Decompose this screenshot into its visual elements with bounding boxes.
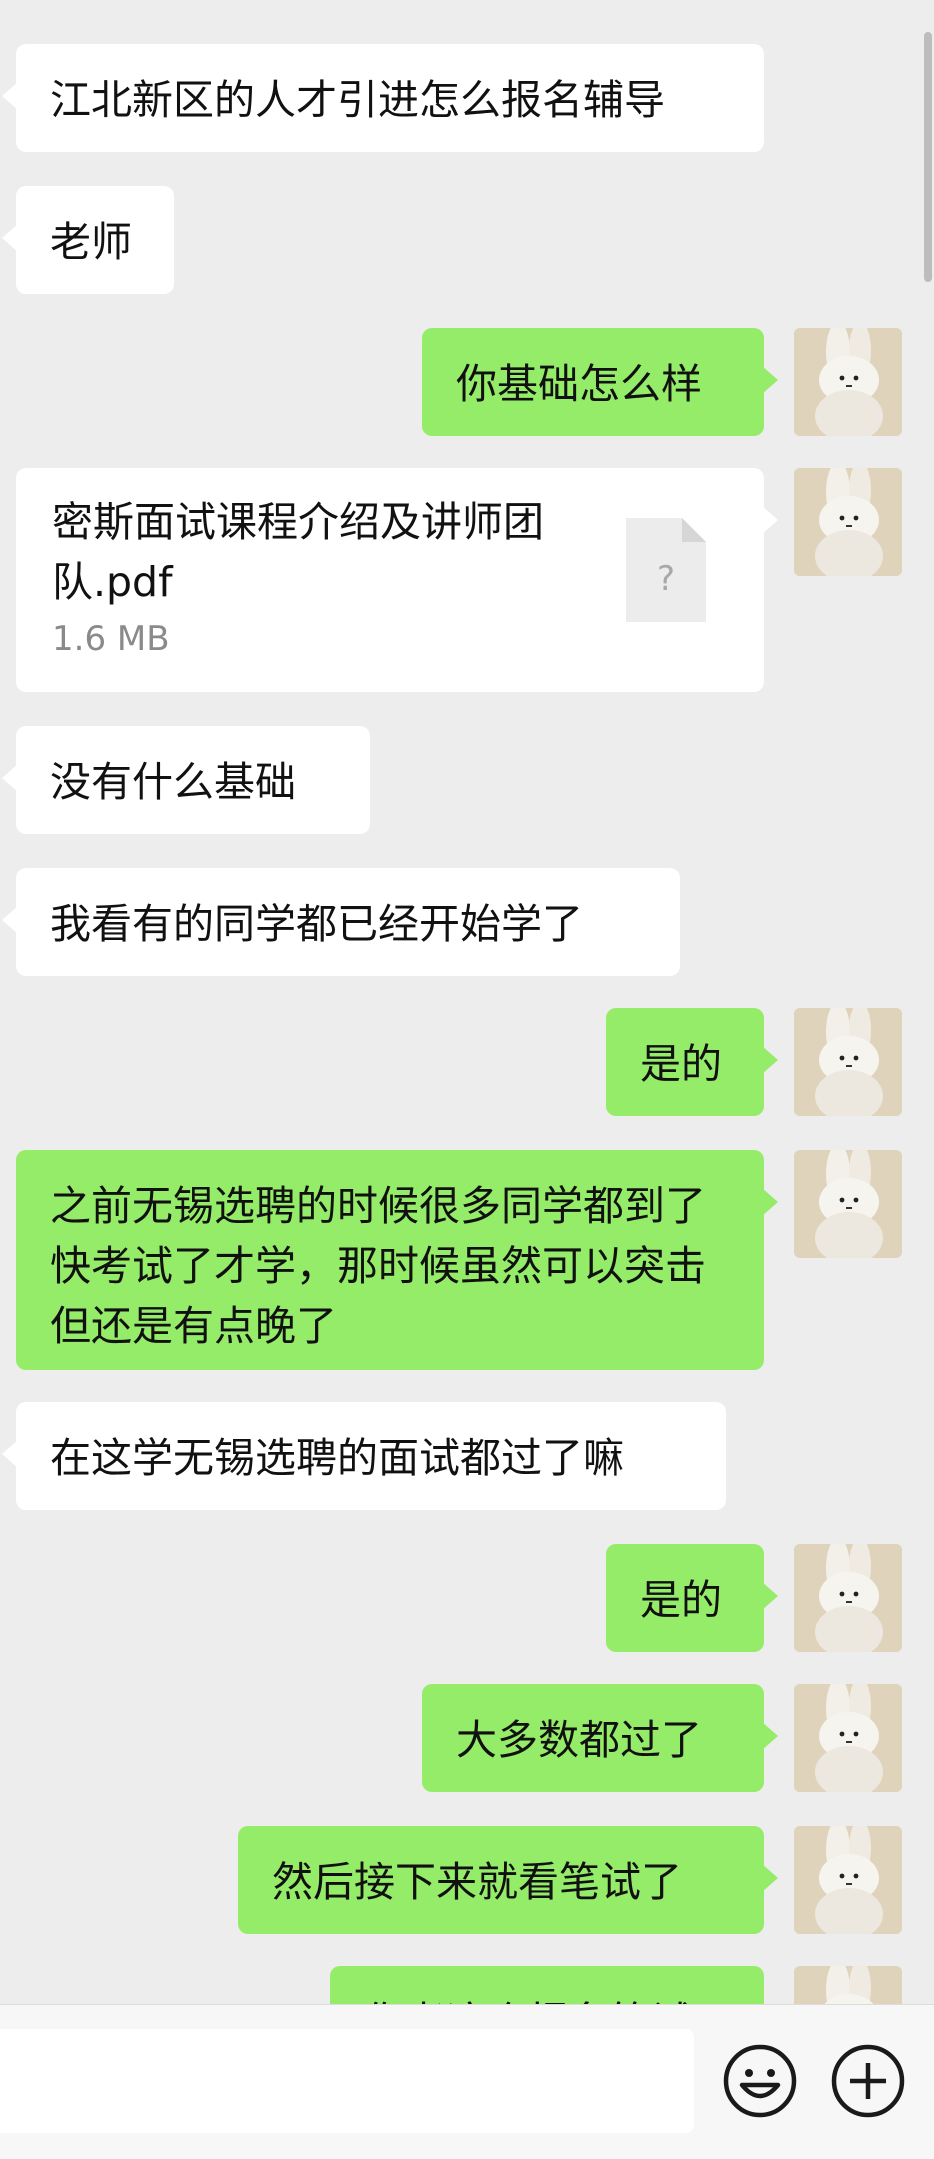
message-bubble-outgoing[interactable]: 之前无锡选聘的时候很多同学都到了快考试了才学，那时候虽然可以突击但还是有点晚了 — [16, 1150, 778, 1370]
file-size: 1.6 MB — [52, 619, 170, 659]
message-bubble-outgoing[interactable]: 你考这个报名笔试 — [330, 1966, 764, 2004]
message-bubble-incoming[interactable]: 没有什么基础 — [2, 726, 370, 834]
message-bubble-incoming[interactable]: 我看有的同学都已经开始学了 — [2, 868, 680, 976]
message-bubble-outgoing[interactable]: 是的 — [606, 1544, 778, 1652]
bunny-plush-avatar-icon — [794, 1826, 902, 1934]
avatar[interactable] — [794, 1966, 902, 2004]
bunny-plush-avatar-icon — [794, 328, 902, 436]
chat-scrollbar[interactable] — [924, 32, 932, 282]
chat-area[interactable]: 江北新区的人才引进怎么报名辅导 老师 你基础怎么样 密斯面试课程介绍及讲师团队.… — [0, 0, 934, 2004]
emoji-face-icon[interactable] — [722, 2043, 798, 2119]
message-input[interactable] — [0, 2029, 694, 2133]
message-bubble-incoming[interactable]: 江北新区的人才引进怎么报名辅导 — [2, 44, 764, 152]
message-bubble-incoming[interactable]: 老师 — [2, 186, 174, 294]
bunny-plush-avatar-icon — [794, 1684, 902, 1792]
file-name: 密斯面试课程介绍及讲师团队.pdf — [52, 498, 544, 606]
plus-circle-icon[interactable] — [830, 2043, 906, 2119]
avatar[interactable] — [794, 1544, 902, 1652]
file-icon-glyph: ? — [657, 559, 675, 599]
bunny-plush-avatar-icon — [794, 1966, 902, 2004]
message-bubble-outgoing[interactable]: 是的 — [606, 1008, 778, 1116]
unknown-file-icon: ? — [626, 518, 706, 622]
file-message-bubble[interactable]: 密斯面试课程介绍及讲师团队.pdf 1.6 MB ? — [16, 468, 778, 692]
avatar[interactable] — [794, 1150, 902, 1258]
bunny-plush-avatar-icon — [794, 1544, 902, 1652]
message-bubble-outgoing[interactable]: 你基础怎么样 — [422, 328, 778, 436]
bunny-plush-avatar-icon — [794, 1150, 902, 1258]
avatar[interactable] — [794, 1008, 902, 1116]
message-bubble-outgoing[interactable]: 大多数都过了 — [422, 1684, 778, 1792]
avatar[interactable] — [794, 1826, 902, 1934]
input-bar — [0, 2004, 934, 2159]
avatar[interactable] — [794, 468, 902, 576]
bunny-plush-avatar-icon — [794, 1008, 902, 1116]
message-bubble-incoming[interactable]: 在这学无锡选聘的面试都过了嘛 — [2, 1402, 726, 1510]
avatar[interactable] — [794, 1684, 902, 1792]
avatar[interactable] — [794, 328, 902, 436]
message-bubble-outgoing[interactable]: 然后接下来就看笔试了 — [238, 1826, 778, 1934]
bunny-plush-avatar-icon — [794, 468, 902, 576]
